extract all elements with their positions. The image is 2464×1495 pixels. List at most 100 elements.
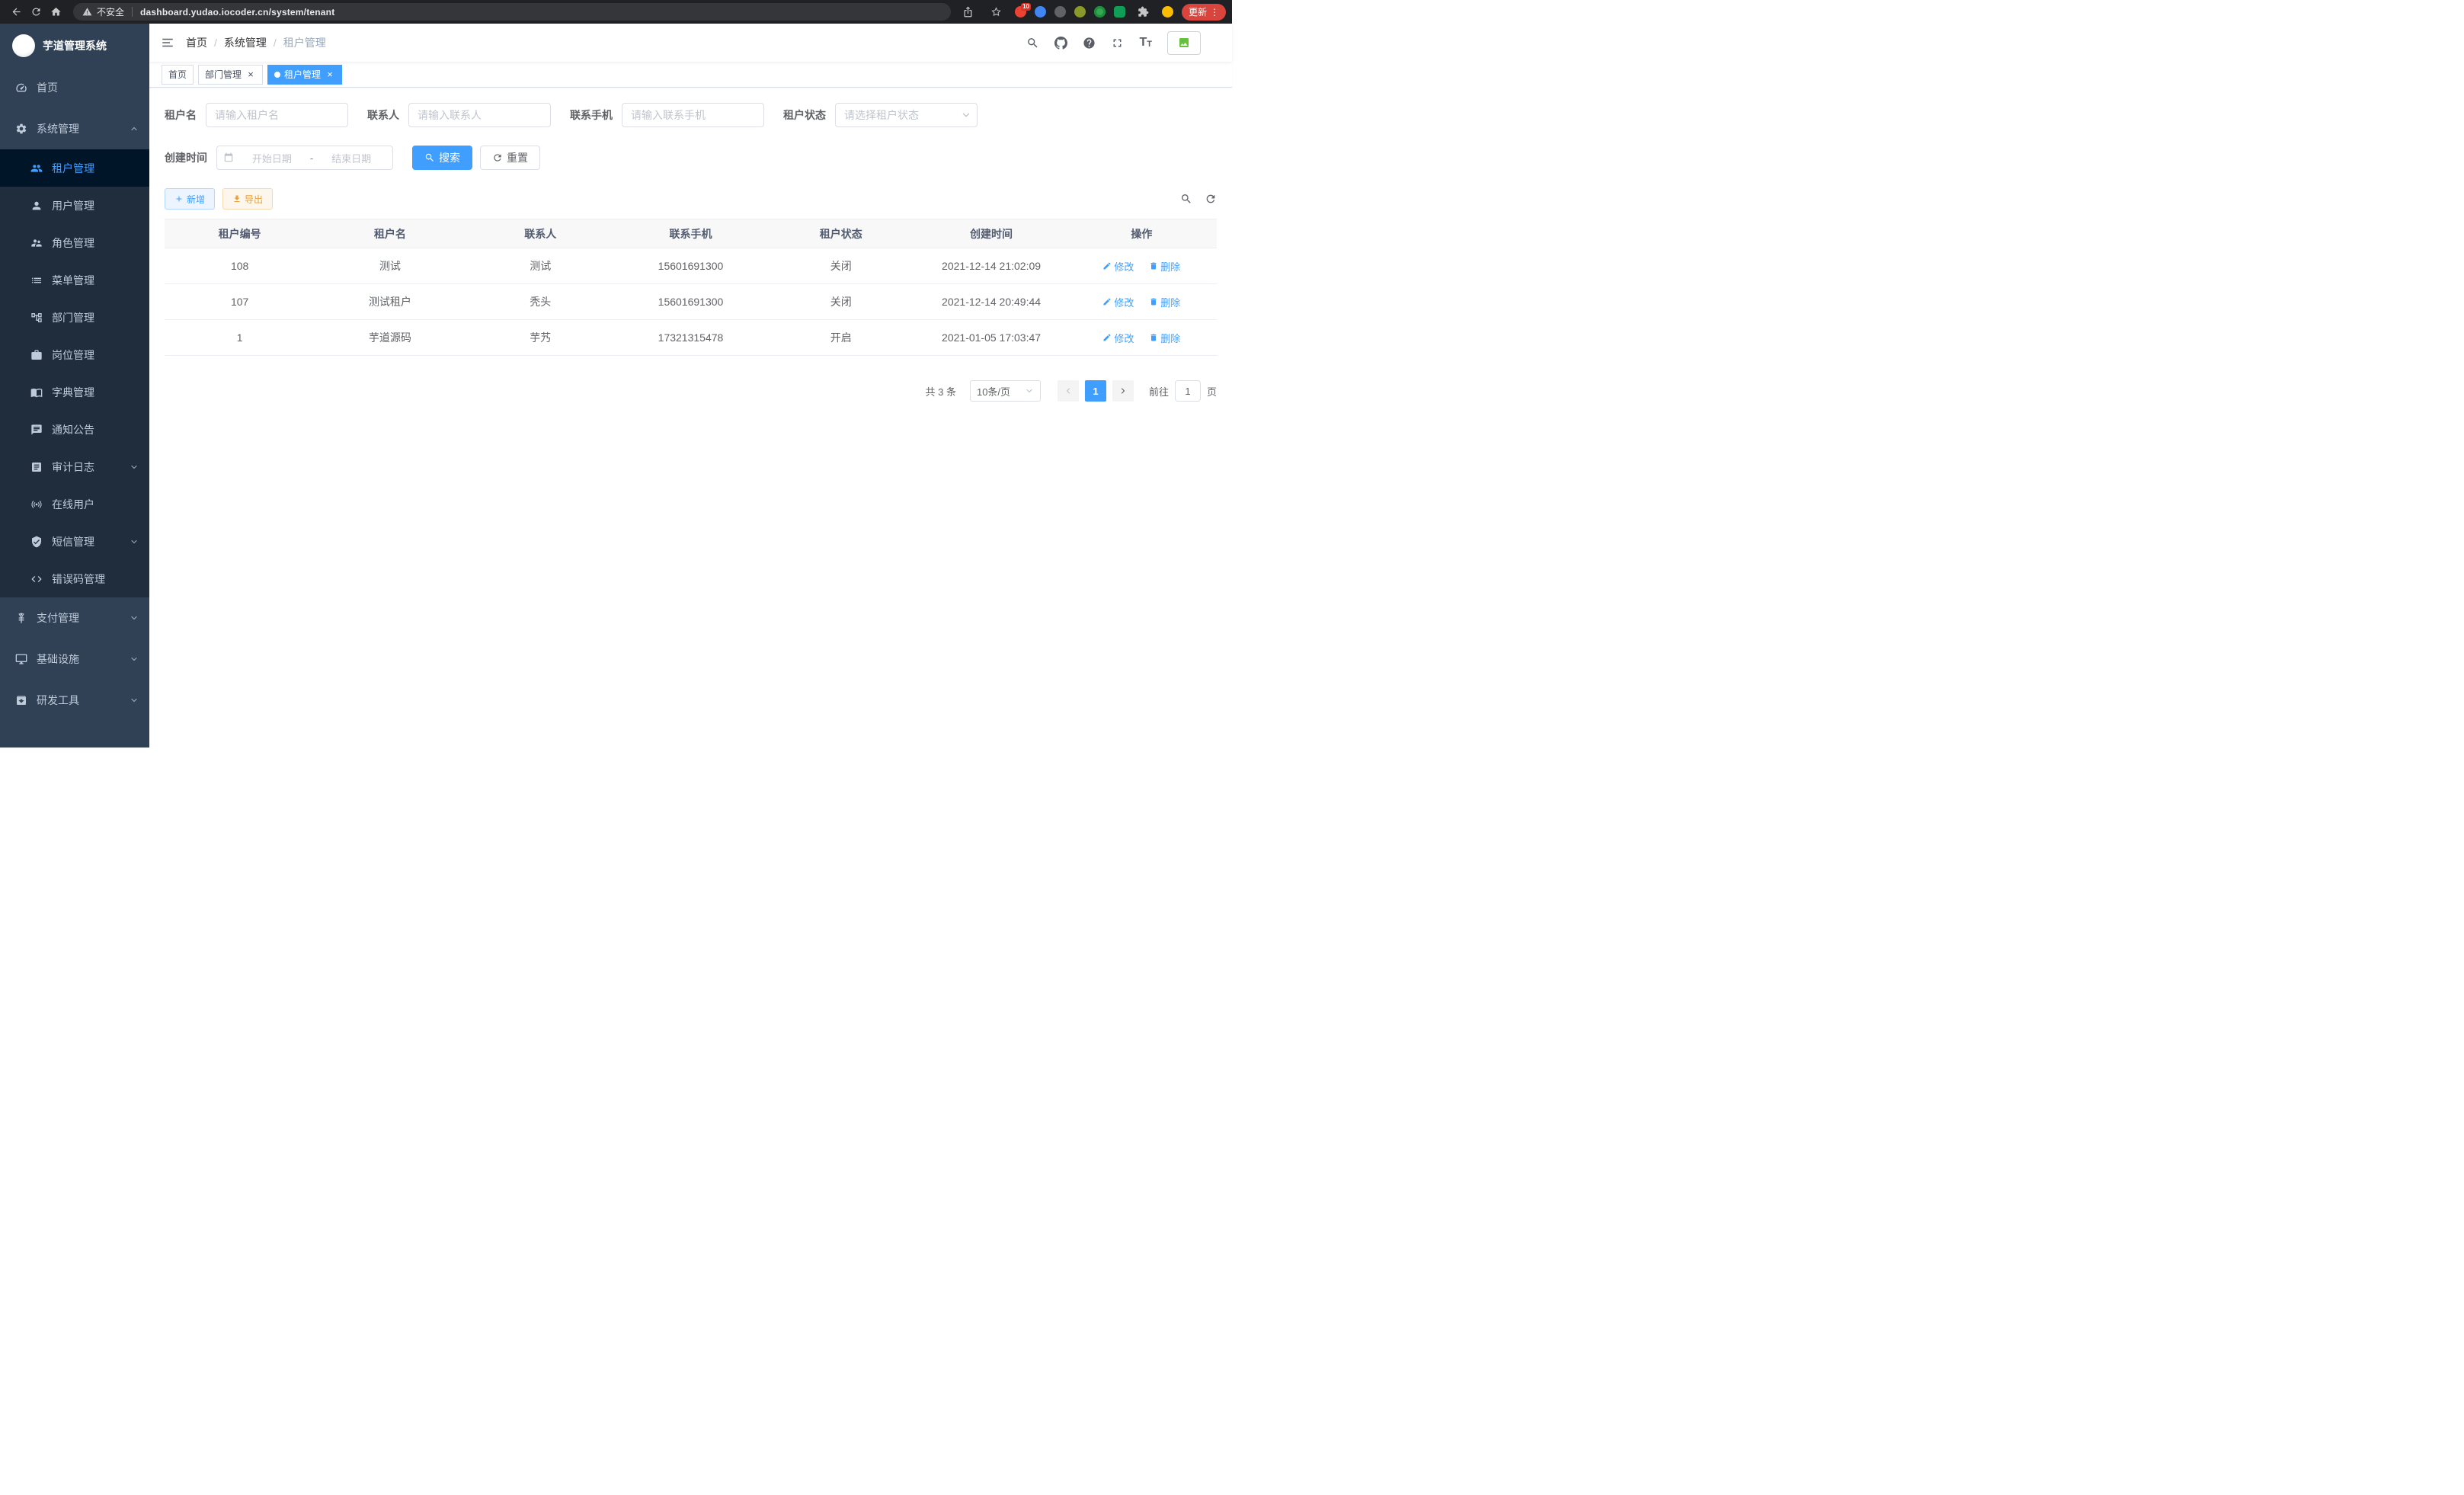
star-icon[interactable] <box>987 3 1006 21</box>
close-icon[interactable] <box>245 69 256 80</box>
sidebar-item-posts[interactable]: 岗位管理 <box>0 336 149 373</box>
puzzle-icon[interactable] <box>1134 3 1154 21</box>
tenant-name-input[interactable] <box>206 103 348 127</box>
chevron-down-icon <box>130 655 139 664</box>
contact-mobile-input[interactable] <box>622 103 764 127</box>
tenant-id: 1 <box>165 320 315 356</box>
add-button[interactable]: 新增 <box>165 188 215 210</box>
security-label: 不安全 <box>97 5 124 18</box>
start-date-placeholder: 开始日期 <box>237 151 307 165</box>
sidebar-item-payment[interactable]: 支付管理 <box>0 597 149 639</box>
caret-down-icon[interactable] <box>1207 39 1220 52</box>
share-icon[interactable] <box>958 3 978 21</box>
goto-page-input[interactable] <box>1175 380 1201 402</box>
chevron-down-icon <box>130 696 139 705</box>
edit-button[interactable]: 修改 <box>1102 295 1134 309</box>
sidebar-item-error-codes[interactable]: 错误码管理 <box>0 560 149 597</box>
end-date-placeholder: 结束日期 <box>316 151 386 165</box>
filter-tenant-status: 租户状态 <box>783 103 978 127</box>
table-row: 1 芋道源码 芋艿 17321315478 开启 2021-01-05 17:0… <box>165 320 1217 356</box>
sidebar-item-menus[interactable]: 菜单管理 <box>0 261 149 299</box>
sidebar-item-system[interactable]: 系统管理 <box>0 108 149 149</box>
sidebar-item-dictionary[interactable]: 字典管理 <box>0 373 149 411</box>
delete-button[interactable]: 删除 <box>1149 259 1180 274</box>
search-icon[interactable] <box>1026 37 1039 50</box>
chevron-up-icon <box>130 124 139 133</box>
pagination: 共 3 条 10条/页 1 前往 页 <box>165 380 1217 402</box>
home-icon[interactable] <box>46 3 66 21</box>
sidebar-item-users[interactable]: 用户管理 <box>0 187 149 224</box>
reset-button[interactable]: 重置 <box>480 146 540 170</box>
user-avatar[interactable] <box>1167 31 1201 55</box>
next-page-button[interactable] <box>1112 380 1134 402</box>
tenant-status-select[interactable] <box>835 103 978 127</box>
chevron-left-icon <box>1064 386 1073 395</box>
close-icon[interactable] <box>325 69 335 80</box>
sidebar-item-dev-tools[interactable]: 研发工具 <box>0 680 149 721</box>
profile-avatar[interactable] <box>1162 6 1173 18</box>
breadcrumb-home[interactable]: 首页 <box>186 35 207 50</box>
divider <box>132 7 133 17</box>
contact-phone: 15601691300 <box>616 284 766 320</box>
export-button[interactable]: 导出 <box>222 188 273 210</box>
sidebar-item-audit-log[interactable]: 审计日志 <box>0 448 149 485</box>
breadcrumb-system[interactable]: 系统管理 <box>224 35 267 50</box>
delete-button[interactable]: 删除 <box>1149 295 1180 309</box>
delete-button[interactable]: 删除 <box>1149 331 1180 345</box>
download-icon <box>232 194 242 203</box>
search-button[interactable]: 搜索 <box>412 146 472 170</box>
table-header-row: 租户编号 租户名 联系人 联系手机 租户状态 创建时间 操作 <box>165 219 1217 248</box>
filter-row-1: 租户名 联系人 联系手机 租户状态 <box>165 103 1217 127</box>
extension-icon-3[interactable] <box>1054 6 1066 18</box>
dictionary-icon <box>30 386 43 399</box>
sidebar-toggle-button[interactable] <box>149 24 186 62</box>
github-icon[interactable] <box>1054 37 1067 50</box>
update-button[interactable]: 更新 <box>1182 4 1226 21</box>
sidebar-item-infrastructure[interactable]: 基础设施 <box>0 639 149 680</box>
extension-icon-6[interactable] <box>1114 6 1125 18</box>
sidebar-item-roles[interactable]: 角色管理 <box>0 224 149 261</box>
fullscreen-icon[interactable] <box>1111 37 1124 50</box>
roles-icon <box>30 237 43 249</box>
extension-icon-4[interactable] <box>1074 6 1086 18</box>
payment-icon <box>15 612 27 624</box>
chevron-down-icon <box>130 463 139 472</box>
edit-button[interactable]: 修改 <box>1102 259 1134 274</box>
page-size-select[interactable]: 10条/页 <box>970 380 1041 402</box>
goto-page: 前往 页 <box>1149 380 1217 402</box>
font-size-icon[interactable] <box>1139 37 1152 49</box>
edit-icon <box>1102 333 1112 342</box>
created-time: 2021-12-14 20:49:44 <box>916 284 1066 320</box>
extension-icon-2[interactable] <box>1035 6 1046 18</box>
date-range-picker[interactable]: 开始日期 - 结束日期 <box>216 146 393 170</box>
sidebar-item-home[interactable]: 首页 <box>0 67 149 108</box>
chevron-right-icon <box>1118 386 1128 395</box>
sidebar-item-tenant[interactable]: 租户管理 <box>0 149 149 187</box>
app-logo: 芋道管理系统 <box>0 24 149 67</box>
tenants-icon <box>30 162 43 174</box>
sidebar-item-departments[interactable]: 部门管理 <box>0 299 149 336</box>
extension-icon-1[interactable]: 10 <box>1015 6 1026 18</box>
reload-icon[interactable] <box>26 3 46 21</box>
refresh-icon[interactable] <box>1205 193 1217 205</box>
dashboard-icon <box>15 82 27 94</box>
sidebar-item-sms[interactable]: 短信管理 <box>0 523 149 560</box>
table-row: 107 测试租户 秃头 15601691300 关闭 2021-12-14 20… <box>165 284 1217 320</box>
sidebar-item-online-users[interactable]: 在线用户 <box>0 485 149 523</box>
prev-page-button[interactable] <box>1058 380 1079 402</box>
back-icon[interactable] <box>6 3 26 21</box>
contact-name-input[interactable] <box>408 103 551 127</box>
tab-department-management[interactable]: 部门管理 <box>198 65 263 85</box>
edit-button[interactable]: 修改 <box>1102 331 1134 345</box>
tab-home[interactable]: 首页 <box>162 65 194 85</box>
page-1-button[interactable]: 1 <box>1085 380 1106 402</box>
status-text: 开启 <box>766 320 916 356</box>
help-icon[interactable] <box>1083 37 1096 50</box>
tab-tenant-management[interactable]: 租户管理 <box>267 65 342 85</box>
sidebar-item-announcements[interactable]: 通知公告 <box>0 411 149 448</box>
contact-phone: 15601691300 <box>616 248 766 284</box>
address-bar[interactable]: 不安全 dashboard.yudao.iocoder.cn/system/te… <box>73 3 951 21</box>
search-toggle-icon[interactable] <box>1180 193 1192 205</box>
extension-icon-5[interactable] <box>1094 6 1106 18</box>
delete-icon <box>1149 333 1158 342</box>
